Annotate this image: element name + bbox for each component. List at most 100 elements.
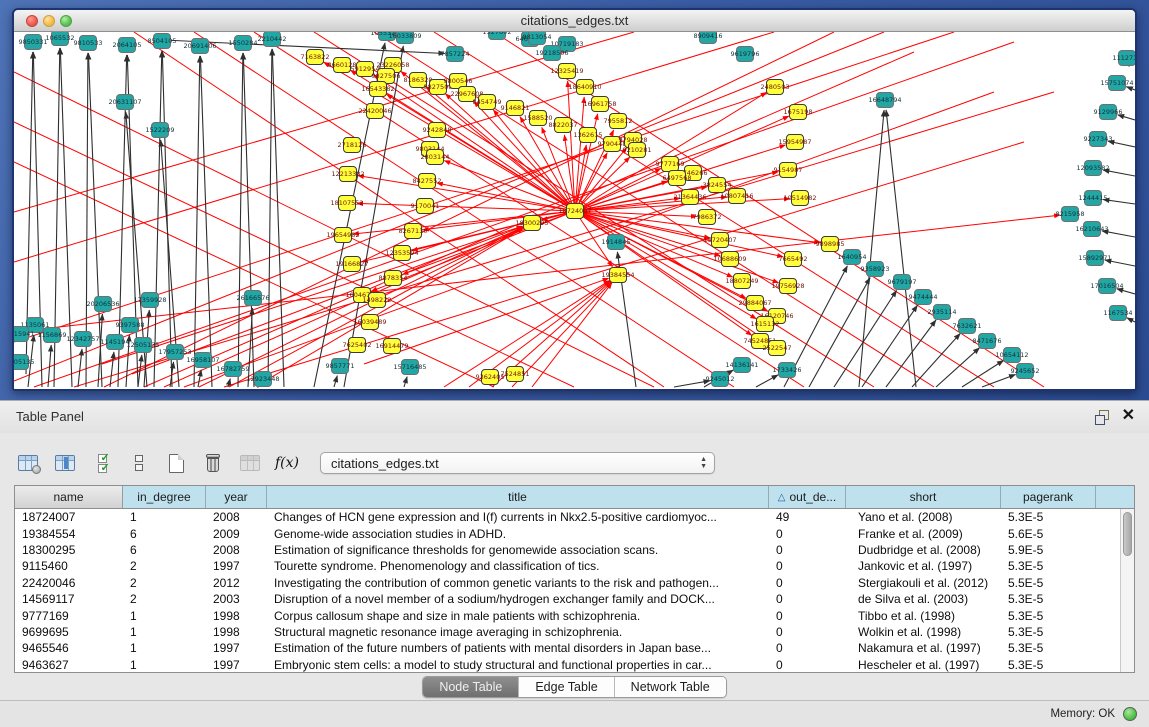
graph-node[interactable]: 7665492 <box>779 252 808 267</box>
graph-node[interactable]: 7955812 <box>604 114 633 129</box>
graph-node[interactable]: 9898985 <box>816 237 845 252</box>
graph-node[interactable]: 9170041 <box>411 199 440 214</box>
table-cell[interactable]: 22420046 <box>15 576 123 590</box>
graph-node[interactable]: 2064105 <box>113 38 142 53</box>
graph-node[interactable]: 12213382 <box>331 167 364 182</box>
graph-node[interactable]: 15716485 <box>393 360 426 375</box>
graph-node[interactable]: 16914479 <box>375 339 408 354</box>
graph-node[interactable]: 2935114 <box>928 305 957 320</box>
table-cell[interactable]: 6 <box>123 543 206 557</box>
table-cell[interactable]: 9463627 <box>15 658 123 672</box>
graph-node[interactable]: 12325419 <box>550 64 583 79</box>
graph-node[interactable]: 9810533 <box>74 36 103 51</box>
table-cell[interactable]: 1997 <box>206 559 267 573</box>
graph-node[interactable]: 1112734 <box>1113 51 1135 66</box>
graph-node[interactable]: 17359928 <box>133 293 166 308</box>
graph-node[interactable]: 10654112 <box>995 348 1028 363</box>
graph-node[interactable]: 8504105 <box>148 34 177 49</box>
graph-node[interactable]: 1527602 <box>483 32 512 40</box>
table-cell[interactable]: 2012 <box>206 576 267 590</box>
graph-node[interactable]: 8471676 <box>973 334 1002 349</box>
table-cell[interactable]: 0 <box>769 609 846 623</box>
new-table-button[interactable] <box>164 451 188 475</box>
table-row[interactable]: 1938455462009Genome-wide association stu… <box>15 525 1134 541</box>
table-cell[interactable]: 2008 <box>206 543 267 557</box>
graph-node[interactable]: 2480503 <box>761 80 790 95</box>
scrollbar-thumb[interactable] <box>1123 512 1132 556</box>
table-cell[interactable]: 5.3E-5 <box>1001 641 1096 655</box>
table-cell[interactable]: 2 <box>123 576 206 590</box>
table-cell[interactable]: Tibbo et al. (1998) <box>846 609 1001 623</box>
table-row[interactable]: 911546021997Tourette syndrome. Phenomeno… <box>15 558 1134 574</box>
table-cell[interactable]: Disruption of a novel member of a sodium… <box>267 592 769 606</box>
table-cell[interactable]: 1 <box>123 609 206 623</box>
table-cell[interactable]: 0 <box>769 527 846 541</box>
graph-node[interactable]: 10514982 <box>783 191 816 206</box>
tab-network-table[interactable]: Network Table <box>615 677 726 697</box>
table-cell[interactable]: Corpus callosum shape and size in male p… <box>267 609 769 623</box>
table-cell[interactable]: Investigating the contribution of common… <box>267 576 769 590</box>
delete-column-button[interactable] <box>201 451 225 475</box>
tab-edge-table[interactable]: Edge Table <box>519 677 614 697</box>
function-builder-button[interactable]: f(x) <box>275 451 299 475</box>
network-graph[interactable]: 9850331106553298105332064105850410520691… <box>14 32 1135 389</box>
graph-node[interactable]: 9358923 <box>861 262 890 277</box>
table-selector-dropdown[interactable]: citations_edges.txt ▲▼ <box>320 452 715 474</box>
graph-node[interactable]: 12093582 <box>1076 161 1109 176</box>
column-header-name[interactable]: name <box>15 486 123 508</box>
graph-node[interactable]: 16782759 <box>216 362 249 377</box>
table-cell[interactable]: Nakamura et al. (1997) <box>846 641 1001 655</box>
table-cell[interactable]: 1997 <box>206 641 267 655</box>
table-cell[interactable]: Yano et al. (2008) <box>846 510 1001 524</box>
tab-node-table[interactable]: Node Table <box>423 677 519 697</box>
table-cell[interactable]: 1998 <box>206 625 267 639</box>
table-cell[interactable]: 2 <box>123 559 206 573</box>
table-cell[interactable]: 2008 <box>206 510 267 524</box>
graph-node[interactable]: 9245652 <box>1011 364 1040 379</box>
table-cell[interactable]: Estimation of the future numbers of pati… <box>267 641 769 655</box>
table-cell[interactable]: 6 <box>123 527 206 541</box>
table-cell[interactable]: 5.3E-5 <box>1001 625 1096 639</box>
graph-node[interactable]: 8909416 <box>694 32 723 44</box>
graph-node[interactable]: 15892971 <box>1078 251 1111 266</box>
table-row[interactable]: 946362711997Embryonic stem cells: a mode… <box>15 657 1134 673</box>
graph-node[interactable]: 14136141 <box>725 358 758 373</box>
graph-node[interactable]: 9619796 <box>731 47 760 62</box>
column-header-short[interactable]: short <box>846 486 1001 508</box>
table-cell[interactable]: 18300295 <box>15 543 123 557</box>
table-cell[interactable]: 5.6E-5 <box>1001 527 1096 541</box>
rows-button[interactable] <box>127 451 151 475</box>
graph-node[interactable]: 9227343 <box>1084 132 1113 147</box>
graph-node[interactable]: 8215958 <box>1056 207 1085 222</box>
graph-node[interactable]: 9679197 <box>888 275 917 290</box>
graph-node[interactable]: 2718126 <box>338 138 367 153</box>
column-header-out_degree[interactable]: △out_de... <box>769 486 846 508</box>
graph-node[interactable]: 7163822 <box>301 50 330 65</box>
table-cell[interactable]: 0 <box>769 625 846 639</box>
graph-node[interactable]: 26166576 <box>236 291 269 306</box>
graph-node[interactable]: 1522209 <box>146 123 175 138</box>
table-row[interactable]: 977716911998Corpus callosum shape and si… <box>15 607 1134 623</box>
column-header-title[interactable]: title <box>267 486 769 508</box>
table-cell[interactable]: 1 <box>123 641 206 655</box>
table-cell[interactable]: de Silva et al. (2003) <box>846 592 1001 606</box>
graph-node[interactable]: 1065532 <box>46 32 75 46</box>
table-settings-button[interactable] <box>16 451 40 475</box>
table-cell[interactable]: 5.3E-5 <box>1001 609 1096 623</box>
table-cell[interactable]: 9115460 <box>15 559 123 573</box>
graph-node[interactable]: 12342757 <box>66 332 99 347</box>
table-cell[interactable]: 5.3E-5 <box>1001 510 1096 524</box>
graph-node[interactable]: 1550284 <box>229 36 258 51</box>
table-row[interactable]: 1872400712008Changes of HCN gene express… <box>15 509 1134 525</box>
table-cell[interactable]: 49 <box>769 510 846 524</box>
table-cell[interactable]: Embryonic stem cells: a model to study s… <box>267 658 769 672</box>
table-cell[interactable]: 5.3E-5 <box>1001 658 1096 672</box>
table-cell[interactable]: 14569117 <box>15 592 123 606</box>
table-cell[interactable]: Changes of HCN gene expression and I(f) … <box>267 510 769 524</box>
table-row[interactable]: 2242004622012Investigating the contribut… <box>15 575 1134 591</box>
table-row[interactable]: 969969511998Structural magnetic resonanc… <box>15 624 1134 640</box>
table-cell[interactable]: Tourette syndrome. Phenomenology and cla… <box>267 559 769 573</box>
table-cell[interactable]: 1 <box>123 510 206 524</box>
table-cell[interactable]: Genome-wide association studies in ADHD. <box>267 527 769 541</box>
graph-node[interactable]: 16648794 <box>868 93 901 108</box>
